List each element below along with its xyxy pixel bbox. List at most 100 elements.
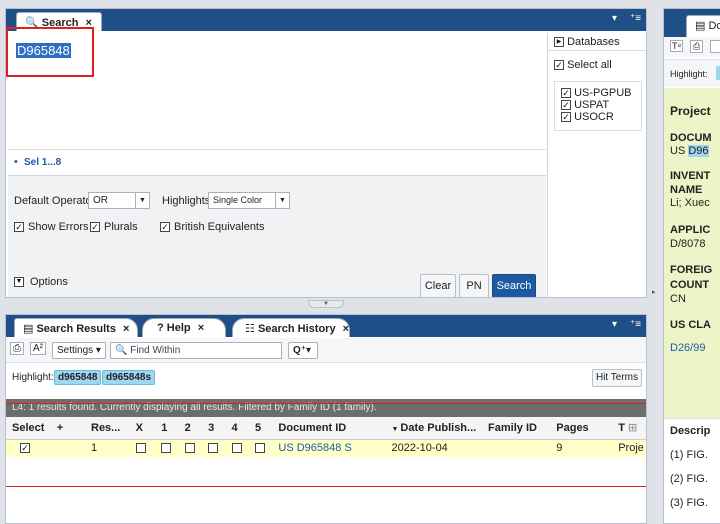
- results-tabbar: ▤ Search Results × ? Help × ☷ Search His…: [6, 315, 646, 337]
- close-icon[interactable]: ×: [343, 323, 349, 335]
- fig-line: (2) FIG.: [670, 473, 708, 485]
- inventor-heading: INVENT: [670, 170, 711, 182]
- set-row: • Sel 1...8: [8, 149, 546, 175]
- select-all-checkbox[interactable]: ✓: [554, 60, 564, 71]
- search-button[interactable]: Search: [492, 274, 536, 297]
- show-errors-label: Show Errors: [28, 221, 89, 233]
- search-icon: 🔍: [115, 345, 128, 356]
- database-item[interactable]: ✓ USPAT: [561, 99, 635, 111]
- document-panel: ▤ Doc T⁸ ⎙ Highlight: Project DOCUM US D…: [663, 8, 720, 524]
- options-area: Default Operator: OR ▼ Highlights: Singl…: [8, 175, 546, 297]
- name-heading: NAME: [670, 184, 703, 196]
- select-all-label: Select all: [567, 59, 612, 71]
- british-label: British Equivalents: [174, 221, 265, 233]
- application-value: D/8078: [670, 238, 706, 250]
- play-icon: ▶: [554, 37, 564, 48]
- search-panel: 🔍 Search × ▾ ⁺≡ D965848 • Sel 1...8 Defa…: [5, 8, 647, 298]
- doc-body: Project DOCUM US D96 INVENT NAME Li; Xue…: [664, 88, 720, 418]
- foreign-heading: FOREIG: [670, 264, 713, 276]
- database-list: ✓ US-PGPUB ✓ USPAT ✓ USOCR: [554, 81, 642, 131]
- print-icon[interactable]: ⎙: [690, 40, 704, 53]
- database-item[interactable]: ✓ USOCR: [561, 111, 635, 123]
- description-heading: Descrip: [670, 425, 711, 437]
- history-icon: ☷: [245, 323, 255, 335]
- results-highlight-box: [6, 403, 646, 487]
- us-class-value[interactable]: D26/99: [670, 342, 705, 354]
- options-toggle-icon[interactable]: ▼: [14, 277, 24, 287]
- fig-line: (1) FIG.: [670, 449, 708, 461]
- chevron-down-icon: ▼: [275, 193, 289, 208]
- doc-number-highlight: D96: [688, 145, 709, 157]
- splitter-handle[interactable]: ▼: [308, 300, 344, 308]
- description-section: Descrip (1) FIG. (2) FIG. (3) FIG.: [664, 418, 720, 523]
- highlights-label: Highlights:: [162, 195, 214, 207]
- results-panel: ▤ Search Results × ? Help × ☷ Search His…: [5, 314, 647, 524]
- project-heading: Project: [670, 104, 711, 118]
- doc-toolbar: T⁸ ⎙: [664, 37, 720, 57]
- clear-button[interactable]: Clear: [420, 274, 456, 297]
- operator-value: OR: [93, 195, 108, 206]
- highlight-chip: [716, 66, 720, 80]
- print-icon[interactable]: ⎙: [10, 342, 24, 355]
- doc-highlight-label: Highlight:: [670, 69, 708, 79]
- side-splitter-handle[interactable]: ▸: [652, 288, 658, 304]
- document-icon: ▤: [695, 20, 706, 32]
- chevron-down-icon: ▼: [135, 193, 149, 208]
- query-plus-button[interactable]: Q⁺▾: [288, 342, 318, 359]
- tab-help[interactable]: ? Help ×: [142, 318, 226, 337]
- find-within-placeholder: Find Within: [130, 345, 181, 356]
- more-icon[interactable]: [710, 40, 720, 53]
- hit-terms-button[interactable]: Hit Terms: [592, 369, 642, 387]
- settings-dropdown[interactable]: Settings ▾: [52, 342, 106, 359]
- translate-icon[interactable]: T⁸: [670, 40, 684, 52]
- settings-label: Settings: [57, 345, 94, 356]
- operator-select[interactable]: OR ▼: [88, 192, 150, 209]
- highlight-row: Highlight: d965848 d965848s Hit Terms: [6, 362, 646, 392]
- pn-button[interactable]: PN: [459, 274, 489, 297]
- options-label[interactable]: Options: [30, 276, 68, 288]
- tab-search-history[interactable]: ☷ Search History ×: [232, 318, 350, 337]
- databases-label: Databases: [567, 36, 620, 48]
- name-value: Li; Xuec: [670, 197, 710, 209]
- tab-help-label: Help: [166, 322, 191, 334]
- highlight-label: Highlight:: [12, 372, 54, 383]
- results-toolbar: ⎙ A² Settings ▾ 🔍 Find Within Q⁺▾: [6, 338, 646, 362]
- tab-document[interactable]: ▤ Doc: [686, 15, 720, 37]
- find-within-input[interactable]: 🔍 Find Within: [110, 342, 282, 359]
- country-heading: COUNT: [670, 279, 710, 291]
- default-operator-label: Default Operator:: [14, 195, 99, 207]
- databases-header[interactable]: ▶ Databases: [548, 33, 646, 51]
- tab-search-results[interactable]: ▤ Search Results ×: [14, 318, 138, 337]
- doc-number-value: US D96: [670, 145, 709, 157]
- british-checkbox[interactable]: ✓: [160, 222, 170, 232]
- font-size-icon[interactable]: A²: [30, 342, 46, 355]
- doc-tabbar: ▤ Doc: [664, 9, 720, 37]
- doc-number-heading: DOCUM: [670, 132, 712, 144]
- highlights-value: Single Color: [213, 195, 263, 205]
- databases-pane: ▶ Databases ✓ Select all ✓ US-PGPUB ✓ US…: [547, 33, 646, 297]
- dropdown-icon[interactable]: ▾: [612, 319, 617, 330]
- query-highlight-box: [6, 27, 94, 77]
- us-class-heading: US CLA: [670, 319, 711, 331]
- database-item[interactable]: ✓ US-PGPUB: [561, 87, 635, 99]
- fig-line: (3) FIG.: [670, 497, 708, 509]
- menu-icon[interactable]: ⁺≡: [630, 13, 641, 24]
- country-value: CN: [670, 293, 686, 305]
- bullet-icon: •: [14, 156, 18, 168]
- show-errors-checkbox[interactable]: ✓: [14, 222, 24, 232]
- plurals-label: Plurals: [104, 221, 138, 233]
- close-icon[interactable]: ×: [198, 322, 204, 334]
- dropdown-icon[interactable]: ▾: [612, 13, 617, 24]
- close-icon[interactable]: ×: [123, 323, 129, 335]
- plurals-checkbox[interactable]: ✓: [90, 222, 100, 232]
- help-icon: ?: [157, 322, 164, 334]
- highlight-term[interactable]: d965848: [54, 370, 102, 385]
- tab-search-results-label: Search Results: [36, 323, 116, 335]
- tab-search-history-label: Search History: [257, 323, 336, 335]
- highlight-term[interactable]: d965848s: [102, 370, 156, 385]
- search-tabbar: 🔍 Search × ▾ ⁺≡: [6, 9, 646, 31]
- menu-icon[interactable]: ⁺≡: [630, 319, 641, 330]
- results-icon: ▤: [23, 323, 34, 335]
- highlights-select[interactable]: Single Color ▼: [208, 192, 290, 209]
- set-link[interactable]: Sel 1...8: [24, 157, 61, 168]
